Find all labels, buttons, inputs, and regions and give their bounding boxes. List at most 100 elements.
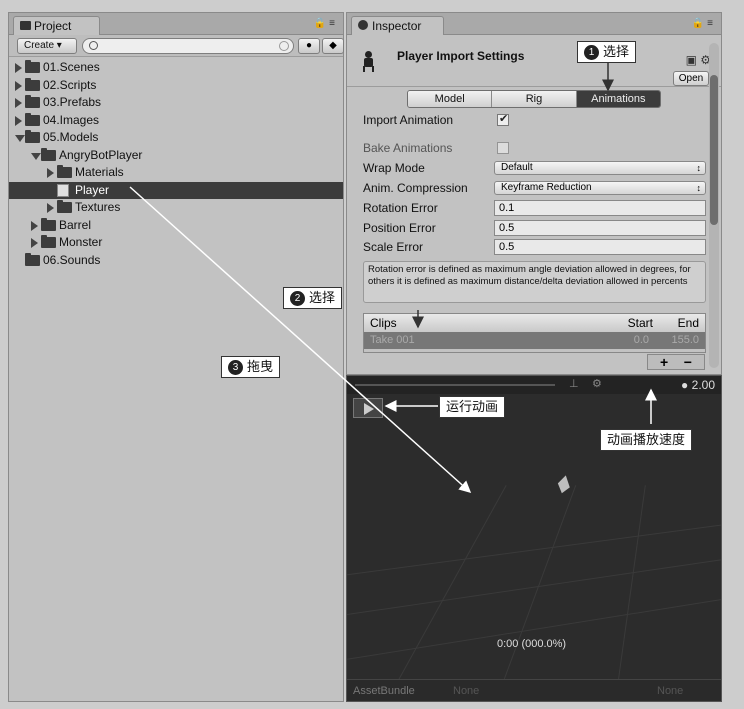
inspector-header: Player Import Settings ▣ ⚙ Open	[347, 35, 721, 87]
clear-search-icon[interactable]	[279, 41, 289, 51]
folder-icon	[57, 165, 72, 178]
tree-item[interactable]: Player	[9, 181, 343, 199]
tab-inspector[interactable]: Inspector	[351, 16, 445, 35]
tree-item[interactable]: Monster	[9, 234, 343, 252]
open-button[interactable]: Open	[673, 71, 709, 86]
tree-item[interactable]: Textures	[9, 199, 343, 217]
expanded-arrow-icon[interactable]	[15, 135, 25, 142]
start-header-label: Start	[627, 316, 653, 330]
asset-bundle-select[interactable]: None	[453, 680, 479, 701]
inspector-panel: Inspector 🔒 ≡ Player Import Settings ▣ ⚙…	[346, 12, 722, 375]
folder-icon	[25, 130, 40, 143]
animation-preview: ⊥ ⚙ ● 2.00 0:00 (000.0%) AssetBundle Non…	[346, 375, 722, 702]
tree-item-label: AngryBotPlayer	[59, 147, 143, 162]
folder-icon	[25, 95, 40, 108]
inspector-scrollbar[interactable]	[709, 43, 719, 368]
step1-text: 选择	[603, 44, 630, 59]
avatar-icon[interactable]: ⚙	[592, 377, 602, 390]
project-tabbar: Project 🔒 ≡	[9, 13, 343, 35]
settings-gear-icon[interactable]: ▣ ⚙	[686, 53, 711, 67]
collapsed-arrow-icon[interactable]	[47, 168, 54, 178]
folder-icon	[57, 200, 72, 213]
step3-text: 拖曳	[247, 359, 274, 374]
collapsed-arrow-icon[interactable]	[47, 203, 54, 213]
timeline-track[interactable]	[355, 384, 555, 386]
playback-speed[interactable]: ● 2.00	[681, 378, 715, 392]
step2-text: 选择	[309, 290, 336, 305]
search-icon	[89, 41, 98, 50]
rotation-error-field[interactable]: 0.1	[494, 200, 706, 216]
project-tab-label: Project	[34, 19, 72, 33]
wrap-mode-select[interactable]: Default	[494, 161, 706, 175]
collapsed-arrow-icon[interactable]	[31, 220, 38, 231]
collapsed-arrow-icon[interactable]	[15, 98, 22, 108]
inspector-tabbar: Inspector 🔒 ≡	[347, 13, 721, 35]
tree-item[interactable]: Materials	[9, 164, 343, 182]
play-button[interactable]	[353, 398, 383, 418]
scale-error-field[interactable]: 0.5	[494, 239, 706, 255]
tree-item[interactable]: 02.Scripts	[9, 77, 343, 95]
wrap-mode-label: Wrap Mode	[363, 161, 425, 175]
pivot-icon[interactable]: ⊥	[569, 377, 579, 390]
create-dropdown[interactable]: Create ▾	[17, 38, 77, 54]
clip-row[interactable]: Take 001 0.0 155.0	[364, 332, 705, 349]
import-animation-checkbox[interactable]	[497, 112, 509, 126]
asset-bundle-label: AssetBundle	[353, 685, 415, 697]
project-toolbar: Create ▾ ● ◆	[9, 35, 344, 57]
asset-bundle-bar: AssetBundle None None	[347, 679, 721, 701]
anim-compression-select[interactable]: Keyframe Reduction	[494, 181, 706, 195]
expanded-arrow-icon[interactable]	[31, 152, 41, 160]
clip-name: Take 001	[370, 334, 415, 346]
tree-item[interactable]: AngryBotPlayer	[9, 147, 343, 165]
filter-by-label-button[interactable]: ◆	[322, 38, 344, 54]
clips-header-label: Clips	[370, 316, 397, 330]
import-animation-label: Import Animation	[363, 113, 454, 127]
folder-icon	[25, 252, 40, 266]
play-note-callout: 运行动画	[439, 396, 506, 418]
project-panel: Project 🔒 ≡ Create ▾ ● ◆ 01.Scenes 02.Scr…	[8, 12, 344, 702]
project-tree: 01.Scenes 02.Scripts 03.Prefabs 04.Images 05…	[9, 59, 343, 269]
remove-clip-button[interactable]: −	[684, 354, 692, 370]
clip-start: 0.0	[633, 334, 649, 346]
inspector-title: Player Import Settings	[397, 49, 525, 63]
scrollbar-thumb[interactable]	[710, 75, 718, 225]
bake-animations-checkbox[interactable]	[497, 142, 509, 154]
tree-item[interactable]: 01.Scenes	[9, 59, 343, 77]
tree-item[interactable]: 04.Images	[9, 112, 343, 130]
step3-number: 3	[228, 360, 243, 375]
collapsed-arrow-icon[interactable]	[31, 238, 38, 248]
inspector-panel-menu-icon[interactable]: 🔒 ≡	[692, 18, 713, 29]
add-clip-button[interactable]: +	[660, 354, 668, 370]
tab-rig[interactable]: Rig	[492, 91, 577, 107]
speed-note-callout: 动画播放速度	[600, 429, 693, 451]
tab-model[interactable]: Model	[408, 91, 493, 107]
collapsed-arrow-icon[interactable]	[15, 80, 22, 91]
collapsed-arrow-icon[interactable]	[15, 63, 22, 73]
tab-project[interactable]: Project	[13, 16, 101, 35]
panel-menu-icon[interactable]: 🔒 ≡	[314, 18, 335, 29]
tree-item-label: 03.Prefabs	[43, 95, 102, 109]
search-input[interactable]	[82, 38, 294, 54]
tab-animations[interactable]: Animations	[576, 91, 660, 107]
step2-number: 2	[290, 291, 305, 306]
tree-item[interactable]: Barrel	[9, 217, 343, 235]
tree-item[interactable]: 03.Prefabs	[9, 94, 343, 112]
anim-compression-label: Anim. Compression	[363, 181, 468, 195]
editor-window: Project 🔒 ≡ Create ▾ ● ◆ 01.Scenes 02.Scr…	[0, 0, 744, 709]
step1-callout: 1 选择	[577, 41, 637, 63]
tree-item-label: 05.Models	[43, 130, 99, 144]
tree-item[interactable]: 05.Models	[9, 129, 343, 147]
clips-list: Clips Start End Take 001 0.0 155.0	[363, 313, 706, 353]
filter-by-type-button[interactable]: ●	[298, 38, 320, 54]
step2-callout: 2 选择	[283, 287, 343, 309]
tree-item-label: 02.Scripts	[43, 77, 97, 92]
tree-item[interactable]: 06.Sounds	[9, 252, 343, 270]
humanoid-model-icon	[363, 51, 374, 73]
tree-item-label: Player	[75, 182, 110, 197]
speed-value: 2.00	[691, 378, 715, 392]
collapsed-arrow-icon[interactable]	[15, 115, 22, 126]
folder-icon	[25, 77, 40, 91]
asset-bundle-variant-select[interactable]: None	[657, 680, 683, 701]
end-header-label: End	[677, 316, 699, 330]
position-error-field[interactable]: 0.5	[494, 220, 706, 236]
